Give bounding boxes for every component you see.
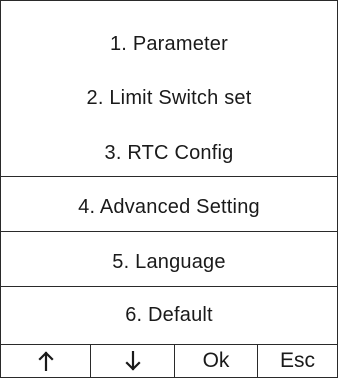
menu-item-parameter[interactable]: 1. Parameter: [1, 34, 337, 54]
menu-item-default[interactable]: 6. Default: [1, 305, 337, 325]
ok-button-label: Ok: [202, 349, 230, 372]
down-arrow-icon: [124, 351, 141, 371]
menu-panel: 1. Parameter 2. Limit Switch set 3. RTC …: [0, 0, 338, 378]
menu-item-limit-switch-set[interactable]: 2. Limit Switch set: [1, 88, 337, 108]
menu-item-label: 6. Default: [125, 304, 213, 326]
esc-button-label: Esc: [279, 349, 315, 372]
menu-item-advanced-setting[interactable]: 4. Advanced Setting: [1, 197, 337, 217]
menu-item-rtc-config[interactable]: 3. RTC Config: [1, 143, 337, 163]
up-arrow-icon: [37, 351, 54, 371]
divider: [1, 176, 337, 177]
menu-item-language[interactable]: 5. Language: [1, 252, 337, 272]
menu-item-label: 4. Advanced Setting: [78, 196, 260, 218]
menu-item-label: 5. Language: [112, 251, 226, 273]
button-bar: Ok Esc: [1, 345, 337, 377]
ok-button[interactable]: Ok: [175, 345, 258, 377]
up-button[interactable]: [1, 345, 91, 377]
menu-item-label: 1. Parameter: [109, 33, 228, 55]
divider: [1, 231, 337, 232]
esc-button[interactable]: Esc: [258, 345, 337, 377]
menu-item-label: 2. Limit Switch set: [86, 87, 252, 109]
down-button[interactable]: [91, 345, 175, 377]
divider: [1, 286, 337, 287]
menu-item-label: 3. RTC Config: [104, 142, 234, 164]
